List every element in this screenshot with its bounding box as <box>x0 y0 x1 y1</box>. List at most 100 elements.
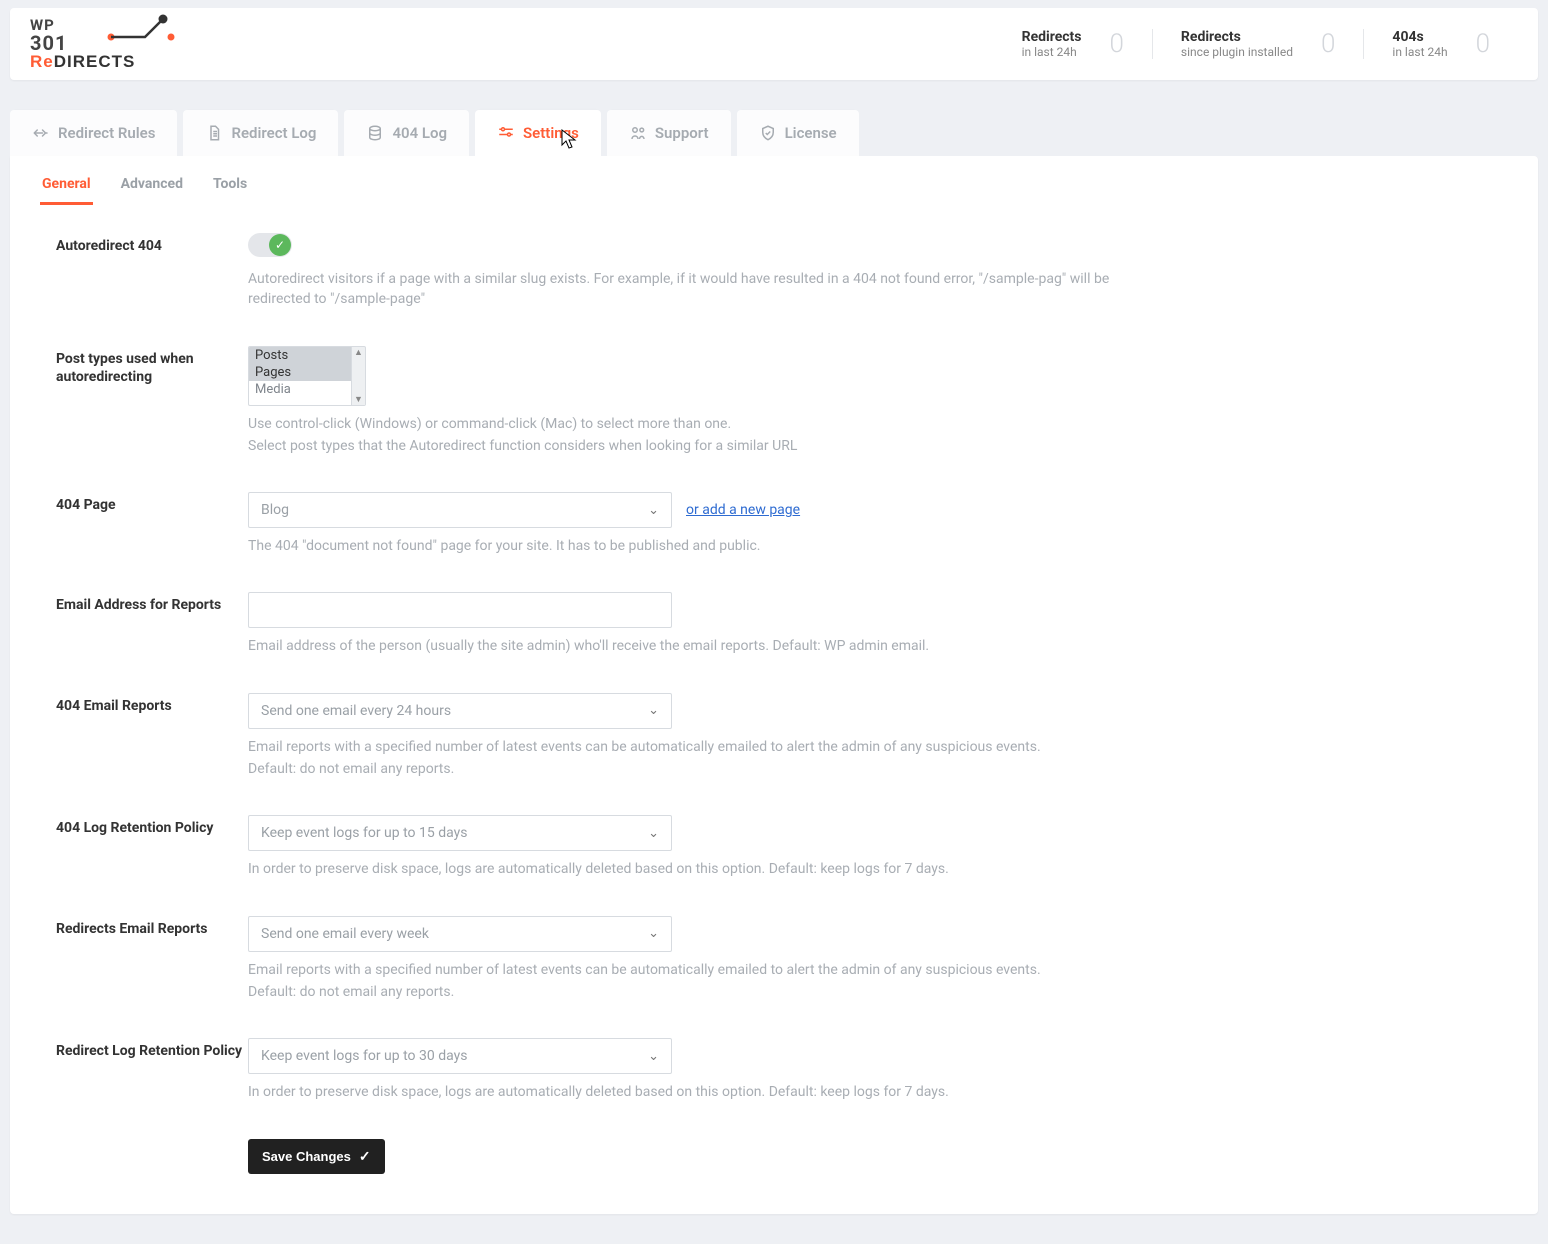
stat-title: Redirects <box>1181 29 1293 45</box>
database-icon <box>366 124 384 142</box>
document-icon <box>205 124 223 142</box>
stat-sub: since plugin installed <box>1181 45 1293 59</box>
row-autoredirect: Autoredirect 404 ✓ Autoredirect visitors… <box>56 233 1508 310</box>
chevron-down-icon: ⌄ <box>648 503 659 518</box>
chevron-down-icon: ⌄ <box>648 703 659 718</box>
select-404-retention[interactable]: Keep event logs for up to 15 days ⌄ <box>248 815 672 851</box>
subtab-advanced[interactable]: Advanced <box>119 168 185 205</box>
logo-directs: DIRECTS <box>54 52 136 71</box>
row-email: Email Address for Reports Email address … <box>56 592 1508 656</box>
row-redirects-reports: Redirects Email Reports Send one email e… <box>56 916 1508 1003</box>
help-autoredirect: Autoredirect visitors if a page with a s… <box>248 269 1168 310</box>
help-redirects-reports-1: Email reports with a specified number of… <box>248 960 1168 980</box>
select-value: Send one email every week <box>261 926 429 942</box>
scrollbar[interactable]: ▲ ▼ <box>351 347 365 405</box>
label-404page: 404 Page <box>56 492 248 515</box>
stat-value: 0 <box>1321 29 1335 59</box>
link-add-page[interactable]: or add a new page <box>686 502 800 518</box>
select-redirect-retention[interactable]: Keep event logs for up to 30 days ⌄ <box>248 1038 672 1074</box>
check-icon: ✓ <box>359 1148 371 1165</box>
tab-label: Support <box>655 124 709 142</box>
row-posttypes: Post types used when autoredirecting Pos… <box>56 346 1508 457</box>
header: WP 301 ReDIRECTS Redirects in last 24h 0 <box>10 8 1538 80</box>
check-icon: ✓ <box>269 234 291 256</box>
stat-redirects-total: Redirects since plugin installed 0 <box>1152 29 1363 59</box>
settings-form: Autoredirect 404 ✓ Autoredirect visitors… <box>10 205 1538 1174</box>
logo-glyph-icon <box>105 13 175 47</box>
logo-301: 301 <box>30 33 67 53</box>
help-posttypes-1: Use control-click (Windows) or command-c… <box>248 414 1168 434</box>
label-redirect-retention: Redirect Log Retention Policy <box>56 1038 248 1061</box>
stat-sub: in last 24h <box>1392 45 1447 59</box>
logo-re: Re <box>30 52 54 71</box>
multiselect-posttypes[interactable]: Posts Pages Media ▲ ▼ <box>248 346 366 406</box>
tab-redirect-log[interactable]: Redirect Log <box>183 110 338 156</box>
stat-sub: in last 24h <box>1022 45 1082 59</box>
label-autoredirect: Autoredirect 404 <box>56 233 248 256</box>
tab-label: 404 Log <box>392 124 447 142</box>
label-email: Email Address for Reports <box>56 592 248 615</box>
row-redirect-retention: Redirect Log Retention Policy Keep event… <box>56 1038 1508 1102</box>
logo: WP 301 ReDIRECTS <box>30 18 175 70</box>
select-value: Blog <box>261 502 289 518</box>
save-button[interactable]: Save Changes ✓ <box>248 1139 385 1174</box>
option-pages[interactable]: Pages <box>249 364 365 381</box>
tab-label: Redirect Log <box>231 124 316 142</box>
tab-404-log[interactable]: 404 Log <box>344 110 469 156</box>
tab-settings[interactable]: Settings <box>475 110 601 156</box>
redirect-icon <box>32 124 50 142</box>
tab-support[interactable]: Support <box>607 110 731 156</box>
chevron-down-icon: ⌄ <box>648 826 659 841</box>
help-email: Email address of the person (usually the… <box>248 636 1168 656</box>
stat-value: 0 <box>1110 29 1124 59</box>
label-404-retention: 404 Log Retention Policy <box>56 815 248 838</box>
scroll-down-icon[interactable]: ▼ <box>354 394 363 405</box>
sliders-icon <box>497 124 515 142</box>
select-redirects-reports[interactable]: Send one email every week ⌄ <box>248 916 672 952</box>
help-404-retention: In order to preserve disk space, logs ar… <box>248 859 1168 879</box>
help-redirect-retention: In order to preserve disk space, logs ar… <box>248 1082 1168 1102</box>
row-save: Save Changes ✓ <box>56 1139 1508 1174</box>
scroll-up-icon[interactable]: ▲ <box>354 347 363 358</box>
stat-title: 404s <box>1392 29 1447 45</box>
shield-icon <box>759 124 777 142</box>
header-stats: Redirects in last 24h 0 Redirects since … <box>994 29 1518 59</box>
settings-panel: General Advanced Tools Autoredirect 404 … <box>10 156 1538 1214</box>
row-404-reports: 404 Email Reports Send one email every 2… <box>56 693 1508 780</box>
tab-label: Settings <box>523 124 579 142</box>
help-404-reports-2: Default: do not email any reports. <box>248 759 1168 779</box>
label-redirects-reports: Redirects Email Reports <box>56 916 248 939</box>
chevron-down-icon: ⌄ <box>648 926 659 941</box>
tab-label: Redirect Rules <box>58 124 155 142</box>
row-404page: 404 Page Blog ⌄ or add a new page The 40… <box>56 492 1508 556</box>
subtabs: General Advanced Tools <box>10 156 1538 205</box>
help-404-reports-1: Email reports with a specified number of… <box>248 737 1168 757</box>
stat-value: 0 <box>1476 29 1490 59</box>
help-404page: The 404 "document not found" page for yo… <box>248 536 1168 556</box>
tab-redirect-rules[interactable]: Redirect Rules <box>10 110 177 156</box>
save-button-label: Save Changes <box>262 1149 351 1164</box>
select-404page[interactable]: Blog ⌄ <box>248 492 672 528</box>
select-value: Send one email every 24 hours <box>261 703 451 719</box>
option-media[interactable]: Media <box>249 381 365 398</box>
input-email[interactable] <box>248 592 672 628</box>
help-posttypes-2: Select post types that the Autoredirect … <box>248 436 1168 456</box>
support-icon <box>629 124 647 142</box>
tab-license[interactable]: License <box>737 110 859 156</box>
select-value: Keep event logs for up to 30 days <box>261 1048 467 1064</box>
subtab-tools[interactable]: Tools <box>211 168 249 205</box>
help-redirects-reports-2: Default: do not email any reports. <box>248 982 1168 1002</box>
option-posts[interactable]: Posts <box>249 347 365 364</box>
chevron-down-icon: ⌄ <box>648 1049 659 1064</box>
select-value: Keep event logs for up to 15 days <box>261 825 467 841</box>
row-404-retention: 404 Log Retention Policy Keep event logs… <box>56 815 1508 879</box>
tab-label: License <box>785 124 837 142</box>
toggle-autoredirect[interactable]: ✓ <box>248 233 292 257</box>
stat-404s-24h: 404s in last 24h 0 <box>1363 29 1518 59</box>
select-404-reports[interactable]: Send one email every 24 hours ⌄ <box>248 693 672 729</box>
stat-title: Redirects <box>1022 29 1082 45</box>
label-posttypes: Post types used when autoredirecting <box>56 346 248 388</box>
main-tabs: Redirect Rules Redirect Log 404 Log Sett… <box>10 110 1538 156</box>
stat-redirects-24h: Redirects in last 24h 0 <box>994 29 1152 59</box>
subtab-general[interactable]: General <box>40 168 93 205</box>
